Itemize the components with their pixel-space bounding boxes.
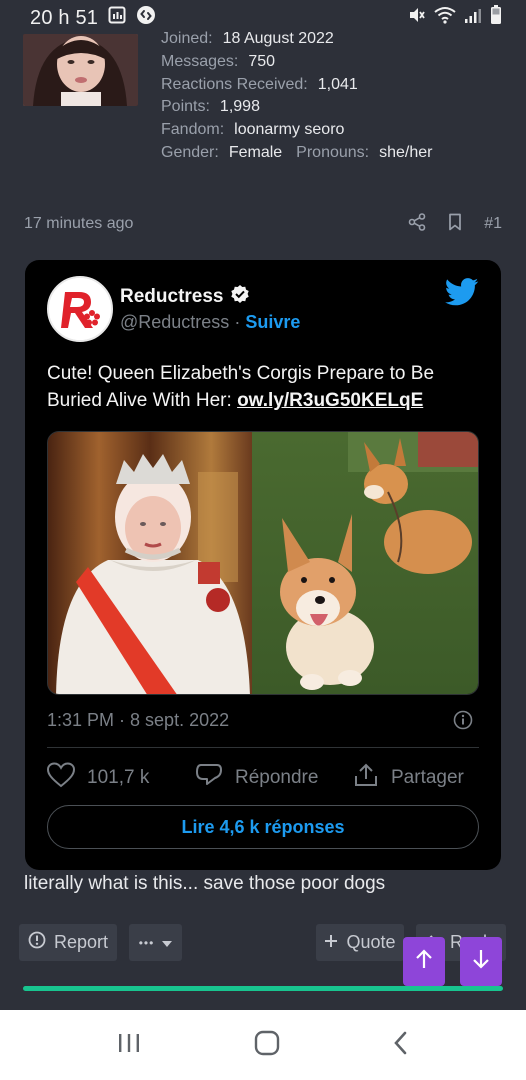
scroll-up-button[interactable] — [403, 937, 445, 986]
arrow-down-icon — [471, 948, 491, 975]
gallery-icon — [108, 6, 126, 30]
more-options-button[interactable]: ••• — [129, 924, 182, 961]
tweet-divider — [47, 747, 479, 748]
pronouns-value: she/her — [379, 143, 433, 161]
messages-value: 750 — [248, 52, 276, 70]
quote-button[interactable]: Quote — [316, 924, 404, 961]
reductress-logo[interactable] — [47, 276, 113, 342]
quote-label: Quote — [346, 932, 396, 952]
report-label: Report — [53, 932, 109, 952]
embedded-tweet[interactable]: Reductress @Reductress · Suivre Cute! Qu… — [25, 260, 501, 870]
points-value: 1,998 — [219, 98, 260, 116]
points-row: Points: 1,998 — [161, 96, 432, 119]
status-time: 20 h 51 — [30, 6, 99, 29]
reply-label: Répondre — [235, 767, 319, 788]
reactions-row: Reactions Received: 1,041 — [161, 74, 432, 97]
like-count: 101,7 k — [87, 767, 150, 788]
recent-apps-icon[interactable] — [116, 1031, 142, 1060]
gender-row: Gender: Female Pronouns: she/her — [161, 142, 432, 165]
handle-separator: · — [229, 312, 246, 332]
share-icon[interactable] — [408, 212, 426, 236]
reply-tweet-button[interactable]: Répondre — [195, 762, 353, 794]
tweet-text: Cute! Queen Elizabeth's Corgis Prepare t… — [47, 360, 479, 414]
user-avatar[interactable] — [23, 34, 138, 106]
info-icon[interactable] — [453, 710, 473, 735]
like-button[interactable]: 101,7 k — [46, 762, 195, 794]
pronouns-label: Pronouns: — [296, 143, 370, 161]
more-label: ••• — [138, 935, 155, 950]
tweet-timestamp[interactable]: 1:31 PM · 8 sept. 2022 — [47, 710, 229, 731]
upload-icon — [353, 762, 379, 794]
battery-icon — [490, 5, 502, 31]
alert-circle-icon — [28, 931, 46, 954]
tweet-handle-row: @Reductress · Suivre — [120, 312, 300, 333]
verified-badge-icon — [230, 284, 250, 310]
reading-progress-bar — [23, 986, 503, 991]
post-number[interactable]: #1 — [484, 215, 502, 233]
joined-label: Joined: — [161, 30, 213, 47]
wifi-icon — [434, 6, 456, 30]
plus-icon — [324, 932, 338, 953]
user-profile-info: Joined: 18 August 2022 Messages: 750 React… — [161, 28, 432, 165]
signal-icon — [464, 7, 482, 30]
heart-icon — [46, 762, 76, 794]
caret-down-icon — [162, 932, 173, 953]
messages-label: Messages: — [161, 52, 239, 70]
bookmark-icon[interactable] — [448, 213, 462, 236]
fandom-row: Fandom: loonarmy seoro — [161, 119, 432, 142]
share-tweet-button[interactable]: Partager — [353, 762, 464, 794]
mute-icon — [408, 6, 426, 30]
tweet-author[interactable]: Reductress — [120, 284, 250, 310]
speech-bubble-icon — [195, 762, 223, 794]
reactions-label: Reactions Received: — [161, 75, 308, 93]
joined-row: Joined: 18 August 2022 — [161, 28, 432, 51]
home-icon[interactable] — [254, 1030, 280, 1061]
system-nav-bar — [0, 1010, 526, 1080]
gender-label: Gender: — [161, 143, 219, 161]
share-label: Partager — [391, 767, 464, 788]
shazam-icon — [136, 5, 156, 31]
fandom-value: loonarmy seoro — [234, 121, 345, 139]
arrow-up-icon — [414, 948, 434, 975]
points-label: Points: — [161, 98, 210, 116]
gender-value: Female — [228, 143, 283, 161]
fandom-label: Fandom: — [161, 121, 225, 139]
joined-value: 18 August 2022 — [222, 30, 334, 47]
post-meta: 17 minutes ago #1 — [24, 212, 502, 236]
reading-progress-fill — [23, 986, 503, 991]
tweet-image[interactable] — [47, 431, 479, 695]
tweet-link[interactable]: ow.ly/R3uG50KELqE — [237, 390, 423, 411]
twitter-bird-icon[interactable] — [444, 278, 479, 311]
post-body-text: literally what is this... save those poo… — [24, 873, 386, 894]
reactions-value: 1,041 — [317, 75, 358, 93]
tweet-handle[interactable]: @Reductress — [120, 312, 229, 332]
post-time[interactable]: 17 minutes ago — [24, 215, 133, 233]
tweet-actions: 101,7 k Répondre Partager — [46, 762, 479, 794]
follow-button[interactable]: Suivre — [245, 312, 300, 332]
report-button[interactable]: Report — [19, 924, 117, 961]
scroll-down-button[interactable] — [460, 937, 502, 986]
read-replies-button[interactable]: Lire 4,6 k réponses — [47, 805, 479, 849]
messages-row: Messages: 750 — [161, 51, 432, 74]
back-icon[interactable] — [392, 1030, 410, 1061]
tweet-author-name[interactable]: Reductress — [120, 286, 224, 308]
